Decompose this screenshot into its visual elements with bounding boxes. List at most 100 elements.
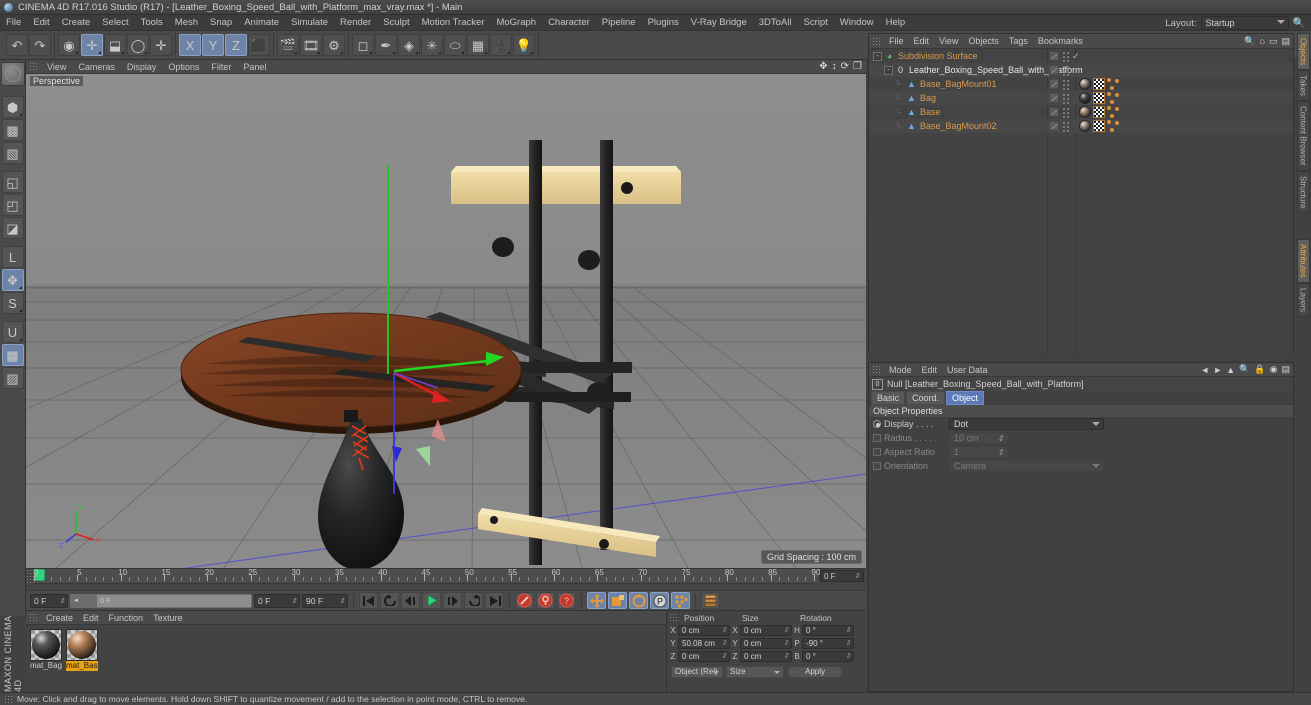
spinner-icon[interactable]: ⇕	[291, 597, 297, 605]
deformers-icon[interactable]: ✳	[421, 34, 443, 56]
material-base-tag[interactable]	[1079, 78, 1091, 90]
rotation-key-button[interactable]	[629, 592, 648, 609]
material-menu-function[interactable]: Function	[104, 611, 149, 625]
spinner-icon[interactable]: ⇕	[59, 597, 65, 605]
coord-field-position[interactable]: 0 cm ⇕	[678, 651, 730, 662]
preview-range-end-field[interactable]: 90 F ⇕	[302, 593, 348, 608]
object-row[interactable]: -0 Leather_Boxing_Speed_Ball_with_Platfor…	[869, 63, 1293, 77]
visibility-toggle[interactable]	[1049, 79, 1059, 89]
object-manager-menu-tags[interactable]: Tags	[1004, 34, 1033, 49]
spinner-icon[interactable]: ⇕	[339, 597, 345, 605]
attribute-manager-grip-icon[interactable]	[872, 365, 881, 374]
menu-item-help[interactable]: Help	[880, 15, 912, 31]
menu-item-select[interactable]: Select	[96, 15, 134, 31]
edges-mode-icon[interactable]: ◰	[1, 194, 24, 216]
object-row[interactable]: └ ▲ Base	[869, 105, 1293, 119]
coord-field-size[interactable]: 0 cm ⇕	[740, 625, 792, 636]
use-axis-mode-icon[interactable]: ✥	[1, 269, 24, 291]
property-field[interactable]: Dot	[949, 418, 1104, 430]
material-manager-grip-icon[interactable]	[29, 613, 38, 622]
make-editable-icon[interactable]: ⬢	[1, 96, 24, 118]
property-checkbox[interactable]	[873, 462, 881, 470]
render-to-picture-viewer-icon[interactable]: 🎞	[300, 34, 322, 56]
rotate-icon[interactable]: ⟳	[841, 61, 849, 72]
play-backwards-button[interactable]	[380, 592, 399, 609]
object-row[interactable]: └ ▲ Bag	[869, 91, 1293, 105]
menu-item-plugins[interactable]: Plugins	[642, 15, 685, 31]
material-base-tag[interactable]	[1079, 106, 1091, 118]
scrub-start-block[interactable]: ◄	[71, 594, 97, 607]
menu-item-animate[interactable]: Animate	[238, 15, 285, 31]
uvw-tag[interactable]	[1093, 78, 1105, 90]
coord-field-rotation[interactable]: 0 ° ⇕	[802, 651, 854, 662]
attribute-tab-object[interactable]: Object	[946, 390, 985, 405]
redo-icon[interactable]: ↷	[29, 34, 51, 56]
go-to-end-button[interactable]	[485, 592, 504, 609]
scale-key-button[interactable]	[608, 592, 627, 609]
visibility-dots-icon[interactable]	[1062, 120, 1069, 132]
selection-tag[interactable]	[1107, 106, 1119, 118]
display-radio[interactable]	[873, 420, 881, 428]
material-menu-texture[interactable]: Texture	[148, 611, 188, 625]
point-level-animation-button[interactable]	[671, 592, 690, 609]
viewport-menu-cameras[interactable]: Cameras	[72, 60, 121, 74]
generators-icon[interactable]: ◈	[398, 34, 420, 56]
undo-icon[interactable]: ↶	[6, 34, 28, 56]
preview-range-start-field[interactable]: 0 F ⇕	[254, 593, 300, 608]
visibility-dots-icon[interactable]	[1062, 50, 1069, 62]
viewport-menu-panel[interactable]: Panel	[237, 60, 272, 74]
back-arrow-icon[interactable]: ◄	[1200, 365, 1209, 375]
side-tab-takes[interactable]: Takes	[1296, 70, 1310, 102]
attribute-menu-mode[interactable]: Mode	[884, 363, 917, 377]
layout-icon[interactable]: ▤	[1281, 36, 1290, 47]
property-checkbox[interactable]	[873, 448, 881, 456]
property-checkbox[interactable]	[873, 434, 881, 442]
property-field[interactable]: 1 ⇕	[949, 446, 1009, 458]
forward-arrow-icon[interactable]: ►	[1213, 365, 1222, 375]
current-frame-field[interactable]: 0 F ⇕	[30, 593, 68, 608]
rotate-tool-icon[interactable]: ◯	[127, 34, 149, 56]
play-forward-loop-button[interactable]	[464, 592, 483, 609]
globe-icon[interactable]: ◉	[1270, 364, 1278, 375]
selection-tag[interactable]	[1107, 92, 1119, 104]
material-menu-edit[interactable]: Edit	[78, 611, 104, 625]
position-key-button[interactable]	[587, 592, 606, 609]
menu-item-create[interactable]: Create	[56, 15, 97, 31]
status-grip-icon[interactable]	[4, 694, 13, 704]
menu-item-mesh[interactable]: Mesh	[169, 15, 204, 31]
menu-item-file[interactable]: File	[0, 15, 27, 31]
menu-item-motion-tracker[interactable]: Motion Tracker	[416, 15, 491, 31]
up-arrow-icon[interactable]: ▲	[1226, 365, 1235, 375]
live-selection-icon[interactable]: ◉	[58, 34, 80, 56]
visibility-toggle[interactable]	[1049, 121, 1059, 131]
viewport-menu-display[interactable]: Display	[121, 60, 163, 74]
object-manager-menu-view[interactable]: View	[934, 34, 963, 49]
menu-item-v-ray-bridge[interactable]: V-Ray Bridge	[685, 15, 753, 31]
viewport-solo-icon[interactable]: ▧	[1, 142, 24, 164]
uvw-tag[interactable]	[1093, 106, 1105, 118]
scale-tool-icon[interactable]: ⬓	[104, 34, 126, 56]
timeline-ruler[interactable]: 0 5 10 15 20 25 30 35 40 45 50 55 60 65 70 75 80 85 90	[26, 568, 820, 584]
selection-tag[interactable]	[1107, 78, 1119, 90]
attribute-tab-basic[interactable]: Basic	[871, 390, 906, 405]
side-tab-structure[interactable]: Structure	[1296, 170, 1310, 214]
add-environment-icon[interactable]: ⬭	[444, 34, 466, 56]
side-tab-content-browser[interactable]: Content Browser	[1296, 101, 1310, 171]
play-button[interactable]	[422, 592, 441, 609]
menu-item-sculpt[interactable]: Sculpt	[377, 15, 415, 31]
visibility-toggle[interactable]	[1049, 65, 1059, 75]
add-floor-icon[interactable]: ▦	[467, 34, 489, 56]
uvw-tag[interactable]	[1093, 120, 1105, 132]
workplane-rotate-icon[interactable]: ▨	[1, 367, 24, 389]
lock-icon[interactable]: 🔒	[1254, 364, 1265, 375]
menu-item-snap[interactable]: Snap	[204, 15, 238, 31]
maximize-icon[interactable]: ❐	[853, 61, 862, 72]
menu-item-window[interactable]: Window	[834, 15, 880, 31]
size-mode-select[interactable]: Size	[726, 665, 784, 678]
object-row[interactable]: └ ▲ Base_BagMount01	[869, 77, 1293, 91]
coordinates-grip-icon[interactable]	[669, 613, 678, 622]
object-manager-tree[interactable]: - ◕ Subdivision Surface ✓ -0 Leather_Boxing_S…	[869, 49, 1293, 353]
spinner-icon[interactable]: ⇕	[854, 572, 860, 580]
side-tab-attributes[interactable]: Attributes	[1296, 239, 1310, 283]
apply-button[interactable]: Apply	[787, 665, 843, 678]
